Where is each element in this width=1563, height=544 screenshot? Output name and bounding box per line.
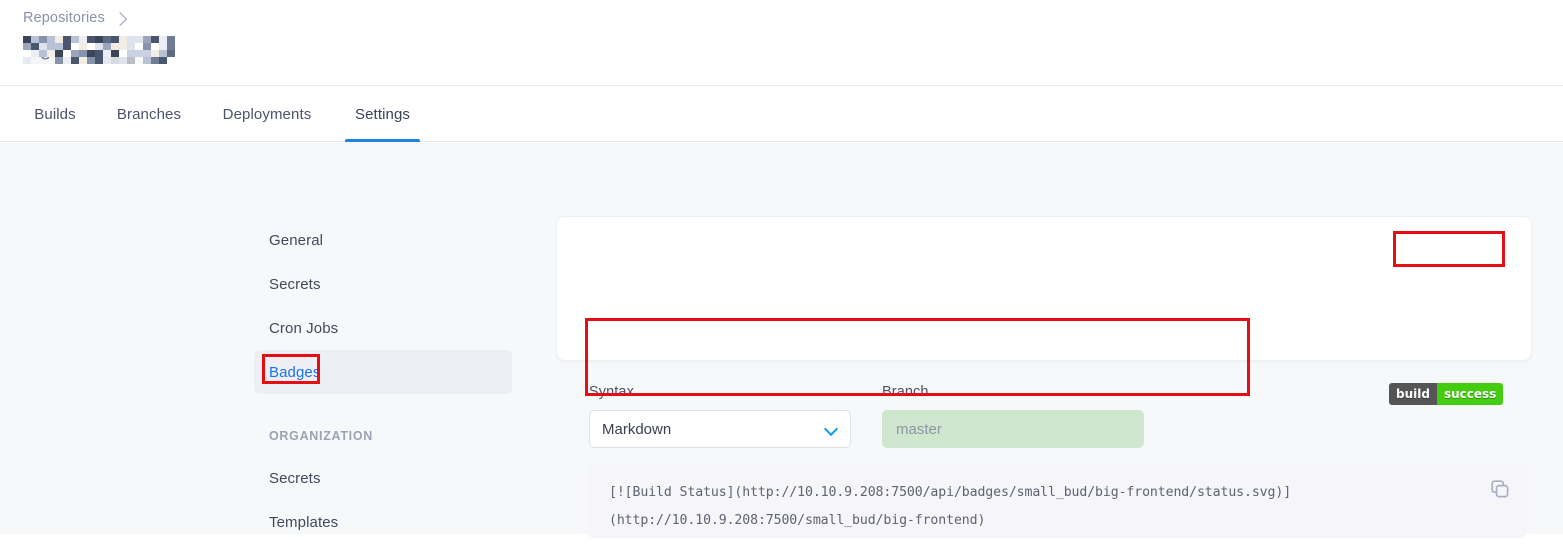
tab-deployments[interactable]: Deployments <box>221 87 313 142</box>
badges-settings-card: Syntax Markdown Branch build success [![… <box>556 216 1532 538</box>
status-badge-value: success <box>1436 383 1504 405</box>
tab-builds[interactable]: Builds <box>33 87 77 142</box>
sidebar-item-label: Badges <box>269 363 321 381</box>
active-tab-underline <box>345 139 420 142</box>
page-title: big-frontend <box>23 34 175 64</box>
tab-settings[interactable]: Settings <box>345 87 420 142</box>
copy-icon[interactable] <box>1489 478 1511 500</box>
tab-label: Branches <box>116 106 182 123</box>
content-area: General Secrets Cron Jobs Badges ORGANIZATIO… <box>0 143 1563 538</box>
breadcrumb: Repositories <box>23 8 127 28</box>
status-badge-label: build <box>1389 383 1437 405</box>
repository-name: big-frontend <box>23 37 138 60</box>
sidebar-item-general[interactable]: General <box>254 218 512 262</box>
sidebar-item-label: Cron Jobs <box>269 319 339 337</box>
sidebar-item-badges[interactable]: Badges <box>254 350 512 394</box>
settings-sidebar: General Secrets Cron Jobs Badges ORGANIZATIO… <box>254 218 512 544</box>
status-badge: build success <box>1389 383 1504 405</box>
sidebar-item-secrets[interactable]: Secrets <box>254 262 512 306</box>
syntax-select-value: Markdown <box>602 420 672 438</box>
tab-branches[interactable]: Branches <box>116 87 182 142</box>
tab-bar: Builds Branches Deployments Settings <box>0 87 1563 142</box>
branch-label: Branch <box>882 384 929 400</box>
chevron-right-icon <box>112 11 127 26</box>
badge-snippet-code-block[interactable]: [![Build Status](http://10.10.9.208:7500… <box>587 464 1527 538</box>
code-line-2: (http://10.10.9.208:7500/small_bud/big-f… <box>609 513 986 528</box>
branch-input[interactable] <box>882 410 1144 448</box>
sidebar-item-label: Templates <box>269 513 339 531</box>
sidebar-item-org-templates[interactable]: Templates <box>254 500 512 544</box>
sidebar-item-label: Secrets <box>269 469 321 487</box>
tab-label: Builds <box>34 106 76 123</box>
sidebar-item-cron-jobs[interactable]: Cron Jobs <box>254 306 512 350</box>
tab-label: Settings <box>355 106 410 123</box>
sidebar-section-organization: ORGANIZATION <box>269 429 373 443</box>
sidebar-item-label: Secrets <box>269 275 321 293</box>
chevron-down-icon <box>825 423 838 436</box>
syntax-select[interactable]: Markdown <box>589 410 851 448</box>
sidebar-item-org-secrets[interactable]: Secrets <box>254 456 512 500</box>
code-line-1: [![Build Status](http://10.10.9.208:7500… <box>609 485 1292 500</box>
breadcrumb-repositories-link[interactable]: Repositories <box>23 10 105 26</box>
page-header: Repositories big-frontend <box>0 0 1563 86</box>
sidebar-item-label: General <box>269 231 324 249</box>
syntax-label: Syntax <box>589 384 634 400</box>
tab-label: Deployments <box>222 106 312 123</box>
